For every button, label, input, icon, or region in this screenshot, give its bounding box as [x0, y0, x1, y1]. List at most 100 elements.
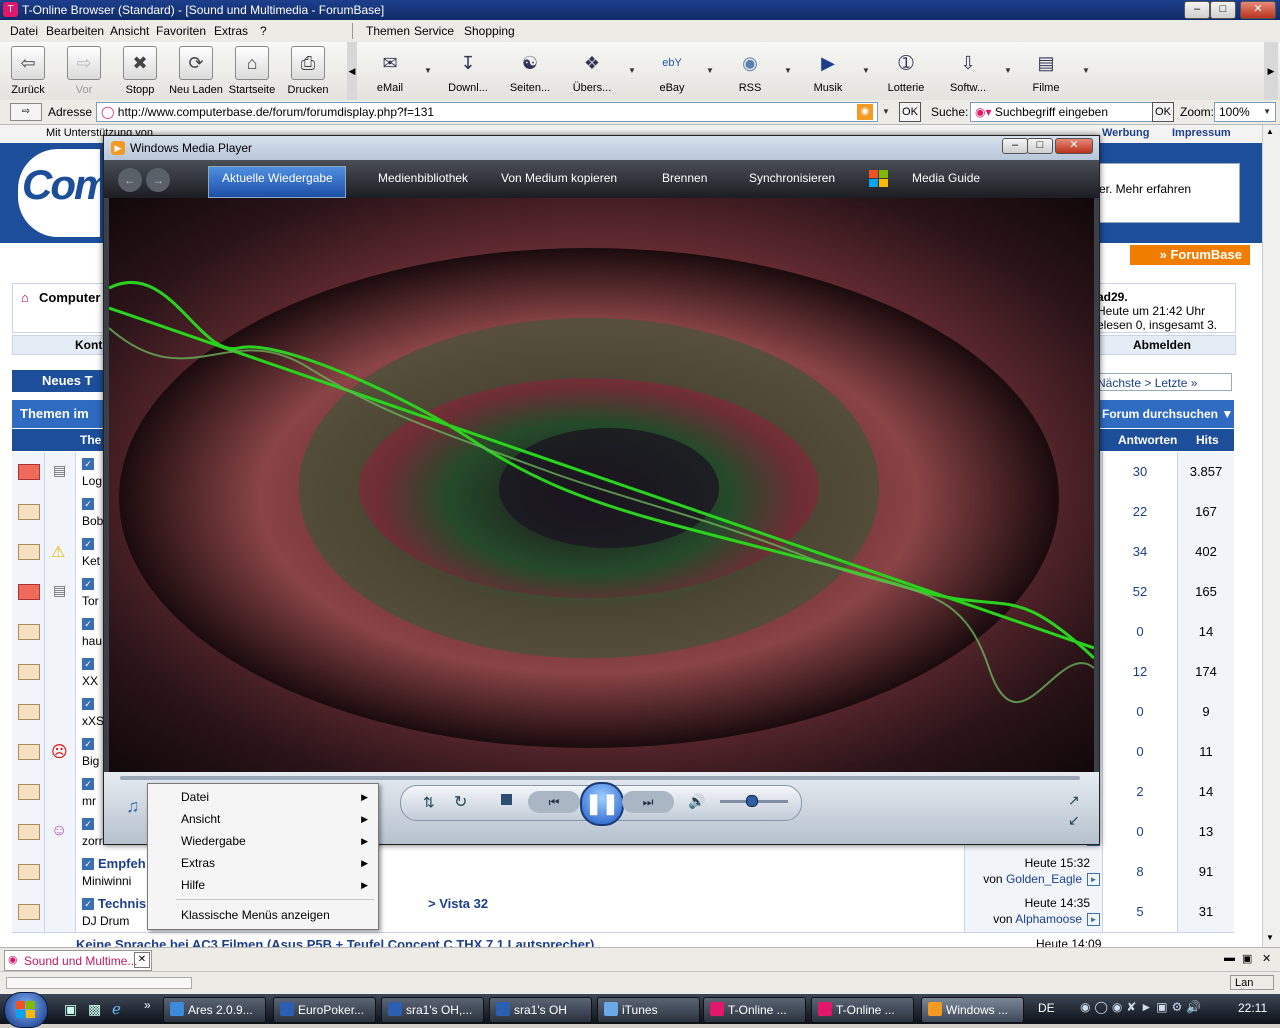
menu-bearbeiten[interactable]: Bearbeiten — [46, 24, 104, 38]
taskbar-task[interactable]: sra1's OH,... — [381, 997, 484, 1023]
show-desktop-icon[interactable]: ▣ — [64, 1001, 77, 1018]
werbung-link[interactable]: Werbung — [1102, 127, 1149, 139]
ctx-hilfe[interactable]: Hilfe ▶ — [148, 874, 378, 896]
music-dropdown-icon[interactable]: ▼ — [862, 66, 870, 75]
translate-dropdown-icon[interactable]: ▼ — [628, 66, 636, 75]
stop-icon[interactable] — [501, 794, 512, 805]
start-button[interactable] — [4, 992, 48, 1028]
taskbar-task[interactable]: Windows ... — [921, 997, 1024, 1023]
shuffle-icon[interactable]: ⇅ — [423, 794, 435, 811]
reply-count[interactable]: 0 — [1103, 732, 1178, 772]
wmp-close-button[interactable]: ✕ — [1055, 138, 1093, 154]
impressum-link[interactable]: Impressum — [1172, 127, 1231, 139]
minimize-button[interactable]: – — [1184, 1, 1210, 19]
thread-author[interactable]: DJ Drum — [82, 914, 129, 928]
close-button[interactable]: ✕ — [1240, 1, 1276, 19]
menu-ansicht[interactable]: Ansicht — [110, 24, 149, 38]
taskbar-task[interactable]: EuroPoker... — [273, 997, 376, 1023]
wmp-tab-burn[interactable]: Brennen — [662, 171, 707, 185]
seiten-button[interactable]: ☯ Seiten... — [498, 48, 562, 95]
address-ok-button[interactable]: OK — [899, 102, 921, 122]
browser-tab[interactable]: ◉ Sound und Multime... ✕ — [4, 950, 152, 971]
forumbase-tab[interactable]: » ForumBase — [1130, 245, 1250, 265]
forward-button[interactable]: ⇨ Vor — [57, 46, 111, 96]
wmp-visualization[interactable] — [109, 198, 1094, 772]
taskbar-task[interactable]: Ares 2.0.9... — [163, 997, 266, 1023]
reply-count[interactable]: 0 — [1103, 812, 1178, 852]
volume-slider-thumb[interactable] — [746, 795, 758, 807]
tab-restore-icon[interactable]: ▣ — [1242, 952, 1252, 965]
search-ok-button[interactable]: OK — [1152, 102, 1174, 122]
films-dropdown-icon[interactable]: ▼ — [1082, 66, 1090, 75]
address-input[interactable]: ◯ http://www.computerbase.de/forum/forum… — [96, 102, 878, 122]
thread-author[interactable]: zorr — [82, 834, 103, 848]
thread-author[interactable]: Tor — [82, 594, 99, 608]
menu-shopping[interactable]: Shopping — [464, 24, 515, 38]
thread-title[interactable]: Empfeh — [98, 856, 146, 871]
promo-box[interactable]: er. Mehr erfahren — [1092, 163, 1240, 223]
logout-link[interactable]: Abmelden — [1133, 338, 1191, 352]
reply-count[interactable]: 30 — [1103, 452, 1178, 492]
site-logo[interactable]: Comp — [18, 149, 135, 237]
switch-windows-icon[interactable]: ▩ — [88, 1001, 101, 1018]
reply-count[interactable]: 12 — [1103, 652, 1178, 692]
download-button[interactable]: ↧ Downl... — [436, 48, 500, 95]
thread-author[interactable]: xXS — [82, 714, 104, 728]
quicklaunch-more-icon[interactable]: » — [144, 998, 151, 1012]
wmp-tab-sync[interactable]: Synchronisieren — [749, 171, 835, 185]
tab-minimize-icon[interactable]: ▬ — [1224, 952, 1235, 964]
home-button[interactable]: ⌂ Startseite — [225, 46, 279, 96]
compact-mode-icon[interactable]: ↙ — [1068, 812, 1080, 829]
page-scrollbar[interactable]: ▲ ▼ — [1262, 125, 1280, 947]
wmp-tab-library[interactable]: Medienbibliothek — [378, 171, 468, 185]
thread-title[interactable]: Technis — [98, 896, 146, 911]
reload-button[interactable]: ⟳ Neu Laden — [169, 46, 223, 96]
scroll-up-icon[interactable]: ▲ — [1266, 127, 1274, 136]
ctx-wiedergabe[interactable]: Wiedergabe ▶ — [148, 830, 378, 852]
taskbar-task[interactable]: T-Online ... — [703, 997, 806, 1023]
breadcrumb[interactable]: Computer — [39, 290, 100, 305]
ctx-ansicht[interactable]: Ansicht ▶ — [148, 808, 378, 830]
toolbar-scroll-left-icon[interactable]: ◀ — [347, 42, 357, 100]
email-button[interactable]: ✉ eMail — [358, 48, 422, 95]
feed-icon[interactable]: ◉ — [857, 104, 873, 120]
music-button[interactable]: ▶ Musik — [796, 48, 860, 95]
search-input[interactable]: ◉▾ Suchbegriff eingeben — [970, 102, 1154, 122]
reply-count[interactable]: 34 — [1103, 532, 1178, 572]
wmp-tab-rip[interactable]: Von Medium kopieren — [501, 171, 617, 185]
toolbar-scroll-right-icon[interactable]: ▶ — [1264, 42, 1278, 100]
partial-thread-title[interactable]: Keine Sprache bei AC3 Filmen (Asus P5B +… — [76, 937, 976, 947]
last-post-user[interactable]: Golden_Eagle — [1006, 872, 1082, 886]
taskbar-task[interactable]: iTunes — [597, 997, 700, 1023]
home-breadcrumb-icon[interactable]: ⌂ — [21, 290, 29, 305]
reply-count[interactable]: 5 — [1103, 892, 1178, 932]
software-dropdown-icon[interactable]: ▼ — [1004, 66, 1012, 75]
menu-extras[interactable]: Extras — [214, 24, 248, 38]
new-topic-button[interactable]: Neues T — [12, 370, 104, 392]
fullscreen-icon[interactable]: ↗ — [1068, 792, 1080, 809]
rss-dropdown-icon[interactable]: ▼ — [784, 66, 792, 75]
wmp-tab-media-guide[interactable]: Media Guide — [912, 171, 980, 185]
thread-author[interactable]: Log — [82, 474, 102, 488]
thread-author[interactable]: Big — [82, 754, 99, 768]
translate-button[interactable]: ❖ Übers... — [560, 48, 624, 95]
menu-help[interactable]: ? — [260, 24, 267, 38]
thread-author[interactable]: Bob — [82, 514, 103, 528]
menu-service[interactable]: Service — [414, 24, 454, 38]
reply-count[interactable]: 8 — [1103, 852, 1178, 892]
reply-count[interactable]: 52 — [1103, 572, 1178, 612]
wmp-forward-icon[interactable]: → — [146, 168, 170, 192]
back-button[interactable]: ⇦ Zurück — [1, 46, 55, 96]
thread-author[interactable]: mr — [82, 794, 96, 808]
col-antworten[interactable]: Antworten — [1118, 429, 1177, 451]
wmp-seek-bar[interactable] — [120, 776, 1080, 780]
col-hits[interactable]: Hits — [1196, 429, 1219, 451]
tray-icons[interactable]: ◉◯◉✘►▣⚙🔊 — [1080, 1000, 1205, 1014]
ebay-dropdown-icon[interactable]: ▼ — [706, 66, 714, 75]
language-indicator[interactable]: DE — [1038, 1001, 1055, 1015]
zoom-select[interactable]: 100% ▼ — [1214, 102, 1276, 122]
next-icon[interactable]: ⏭ — [622, 791, 674, 813]
forum-search-button[interactable]: Forum durchsuchen ▼ — [1102, 400, 1233, 428]
maximize-button[interactable]: □ — [1210, 1, 1236, 19]
volume-icon[interactable]: 🔊 — [688, 793, 705, 810]
